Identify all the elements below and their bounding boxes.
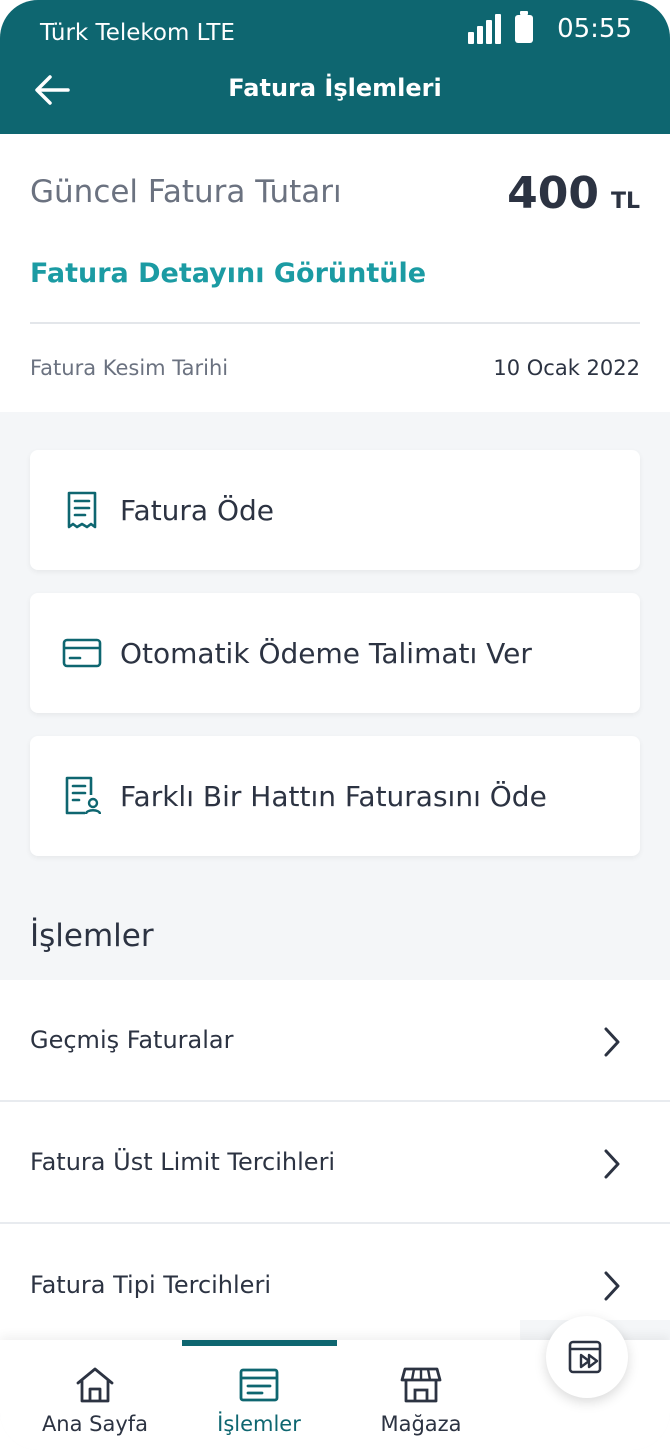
- media-play-icon: [568, 1340, 602, 1374]
- status-indicators: 05:55: [468, 11, 632, 44]
- pay-other-line-button[interactable]: Farklı Bir Hattın Faturasını Öde: [30, 736, 640, 856]
- divider: [30, 322, 640, 324]
- amount-value: 400: [507, 168, 599, 219]
- store-icon: [341, 1364, 501, 1406]
- list-item-limit-preferences[interactable]: Fatura Üst Limit Tercihleri: [0, 1102, 670, 1224]
- chevron-right-icon: [604, 1027, 620, 1057]
- page-title: Fatura İşlemleri: [228, 74, 442, 102]
- pay-bill-label: Fatura Öde: [120, 493, 275, 527]
- screen: Türk Telekom LTE 05:55 Fatura İşlemleri …: [0, 0, 670, 1450]
- receipt-icon: [62, 489, 102, 531]
- pay-bill-button[interactable]: Fatura Öde: [30, 450, 640, 570]
- section-title: İşlemler: [30, 918, 154, 954]
- cut-date-label: Fatura Kesim Tarihi: [30, 356, 229, 380]
- nav-label: İşlemler: [217, 1412, 301, 1436]
- chevron-right-icon: [604, 1271, 620, 1301]
- bill-summary: Güncel Fatura Tutarı 400 TL Fatura Detay…: [0, 134, 670, 412]
- media-fab-button[interactable]: [546, 1316, 628, 1398]
- pay-other-line-label: Farklı Bir Hattın Faturasını Öde: [120, 779, 547, 813]
- nav-item-home[interactable]: Ana Sayfa: [15, 1364, 175, 1436]
- bill-detail-link[interactable]: Fatura Detayını Görüntüle: [30, 258, 426, 289]
- nav-item-operations[interactable]: İşlemler: [179, 1364, 339, 1436]
- list-item-label: Fatura Tipi Tercihleri: [30, 1271, 271, 1299]
- active-tab-indicator: [182, 1340, 337, 1346]
- nav-label: Mağaza: [380, 1412, 462, 1436]
- nav-item-store[interactable]: Mağaza: [341, 1364, 501, 1436]
- app-header: Türk Telekom LTE 05:55 Fatura İşlemleri: [0, 0, 670, 134]
- list-item-past-bills[interactable]: Geçmiş Faturalar: [0, 980, 670, 1102]
- list-item-label: Geçmiş Faturalar: [30, 1026, 234, 1054]
- status-time: 05:55: [557, 14, 632, 44]
- chevron-right-icon: [604, 1149, 620, 1179]
- signal-icon: [468, 14, 502, 44]
- amount-currency: TL: [610, 189, 640, 214]
- transactions-icon: [179, 1364, 339, 1406]
- nav-label: Ana Sayfa: [41, 1412, 149, 1436]
- document-user-icon: [62, 775, 102, 817]
- cut-date-value: 10 Ocak 2022: [493, 356, 640, 380]
- battery-icon: [515, 11, 534, 43]
- auto-payment-label: Otomatik Ödeme Talimatı Ver: [120, 636, 532, 670]
- list-item-label: Fatura Üst Limit Tercihleri: [30, 1148, 336, 1176]
- home-icon: [15, 1364, 175, 1406]
- carrier-label: Türk Telekom LTE: [40, 20, 235, 46]
- current-bill-amount: 400 TL: [507, 168, 640, 219]
- operations-list: Geçmiş Faturalar Fatura Üst Limit Tercih…: [0, 980, 670, 1346]
- credit-card-icon: [62, 632, 102, 674]
- auto-payment-button[interactable]: Otomatik Ödeme Talimatı Ver: [30, 593, 640, 713]
- current-bill-label: Güncel Fatura Tutarı: [30, 174, 342, 210]
